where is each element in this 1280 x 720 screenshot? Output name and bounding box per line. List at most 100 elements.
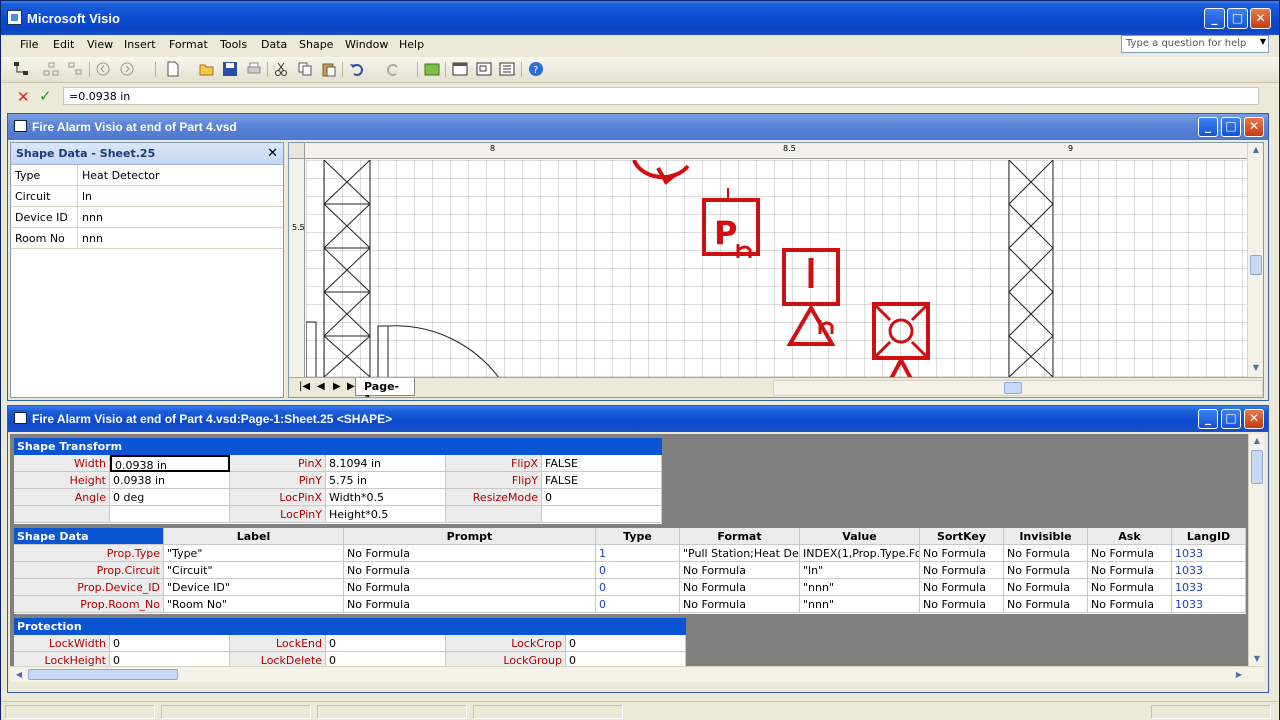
drawing-maximize-button[interactable]: □ (1221, 117, 1241, 137)
open-button[interactable] (199, 61, 217, 78)
scroll-up-icon[interactable]: ▲ (1249, 143, 1263, 157)
section-header[interactable]: Shape Transform (14, 438, 662, 455)
transform-cell-value[interactable]: 0.0938 in (110, 455, 230, 472)
pan-zoom-button[interactable] (476, 61, 494, 78)
layout-tool-2-button[interactable] (67, 61, 85, 78)
check-icon[interactable]: ✓ (39, 87, 52, 105)
horizontal-scroll-thumb[interactable] (28, 669, 178, 680)
page-tab[interactable]: Page-1 (355, 378, 415, 397)
shape-data-cell[interactable]: No Formula (920, 562, 1004, 579)
shape-data-cell[interactable]: No Formula (1004, 596, 1088, 613)
paste-button[interactable] (321, 61, 339, 78)
transform-cell-value[interactable]: FALSE (542, 455, 662, 472)
column-header[interactable]: SortKey (920, 528, 1004, 545)
transform-cell-value[interactable]: 0.0938 in (110, 472, 230, 489)
shape-data-cell[interactable]: No Formula (344, 562, 596, 579)
shape-data-row[interactable]: Type Heat Detector (11, 165, 283, 186)
ruler-corner[interactable] (289, 143, 305, 159)
vertical-ruler[interactable]: 5.5 (289, 159, 305, 377)
floor-plan-drawing[interactable]: P (306, 160, 1248, 377)
column-header[interactable]: Ask (1088, 528, 1172, 545)
shape-data-row[interactable]: Device ID nnn (11, 207, 283, 228)
transform-cell-value[interactable] (542, 506, 662, 523)
size-position-button[interactable] (499, 61, 517, 78)
menu-edit[interactable]: Edit (53, 38, 74, 51)
shape-data-cell[interactable]: 0 (596, 562, 680, 579)
save-button[interactable] (222, 61, 240, 78)
transform-cell-value[interactable]: 8.1094 in (326, 455, 446, 472)
transform-cell-value[interactable]: 0 deg (110, 489, 230, 506)
shape-data-value[interactable]: nnn (77, 207, 284, 227)
protection-cell-value[interactable]: 0 (110, 635, 230, 652)
copy-button[interactable] (297, 61, 315, 78)
section-header[interactable]: Shape Data (14, 528, 164, 545)
shape-data-cell[interactable]: No Formula (1088, 579, 1172, 596)
shape-data-cell[interactable]: No Formula (1004, 545, 1088, 562)
column-header[interactable]: Value (800, 528, 920, 545)
forward-button[interactable] (119, 61, 137, 78)
menu-format[interactable]: Format (169, 38, 208, 51)
horizontal-scroll-thumb[interactable] (1004, 382, 1022, 394)
menu-tools[interactable]: Tools (220, 38, 247, 51)
shape-data-cell[interactable]: 1033 (1172, 579, 1246, 596)
section-header[interactable]: Protection (14, 618, 686, 635)
scroll-up-icon[interactable]: ▲ (1250, 434, 1264, 448)
shapesheet-vertical-scrollbar[interactable]: ▲ ▼ (1248, 434, 1264, 666)
shapesheet-maximize-button[interactable]: □ (1221, 409, 1241, 429)
menu-window[interactable]: Window (345, 38, 388, 51)
vertical-scroll-thumb[interactable] (1250, 255, 1262, 275)
drawing-horizontal-scrollbar[interactable] (773, 380, 1263, 396)
shape-data-cell[interactable]: "Device ID" (164, 579, 344, 596)
shape-data-cell[interactable]: No Formula (680, 579, 800, 596)
menu-data[interactable]: Data (261, 38, 287, 51)
transform-cell-value[interactable] (110, 506, 230, 523)
undo-button[interactable] (349, 61, 367, 78)
column-header[interactable]: Type (596, 528, 680, 545)
shape-data-cell[interactable]: 1 (596, 545, 680, 562)
shape-data-cell[interactable]: 1033 (1172, 596, 1246, 613)
shape-data-cell[interactable]: "Circuit" (164, 562, 344, 579)
scroll-right-icon[interactable]: ▶ (1232, 668, 1246, 682)
shape-data-cell[interactable]: 0 (596, 579, 680, 596)
help-button[interactable]: ? (528, 61, 546, 78)
shape-data-cell[interactable]: No Formula (344, 579, 596, 596)
shape-data-cell[interactable]: "Type" (164, 545, 344, 562)
print-button[interactable] (246, 61, 264, 78)
transform-cell-value[interactable]: Height*0.5 (326, 506, 446, 523)
drawing-canvas[interactable]: P (306, 160, 1248, 377)
shape-data-cell[interactable]: No Formula (680, 562, 800, 579)
menu-help[interactable]: Help (399, 38, 424, 51)
shapesheet-horizontal-scrollbar[interactable]: ◀ ▶ (10, 666, 1264, 682)
minimize-button[interactable]: _ (1204, 8, 1225, 29)
column-header[interactable]: Label (164, 528, 344, 545)
redo-button[interactable] (385, 61, 403, 78)
maximize-button[interactable]: □ (1227, 8, 1248, 29)
back-button[interactable] (95, 61, 113, 78)
connector-tool-button[interactable] (13, 61, 31, 78)
transform-cell-value[interactable]: FALSE (542, 472, 662, 489)
vertical-scroll-thumb[interactable] (1251, 450, 1263, 484)
cut-button[interactable] (273, 61, 291, 78)
shapesheet-close-button[interactable]: ✕ (1244, 409, 1264, 429)
protection-cell-value[interactable]: 0 (566, 635, 686, 652)
new-button[interactable] (165, 61, 183, 78)
scroll-left-icon[interactable]: ◀ (12, 668, 26, 682)
column-header[interactable]: Invisible (1004, 528, 1088, 545)
shape-data-cell[interactable]: 1033 (1172, 562, 1246, 579)
horizontal-ruler[interactable]: 8 8.5 9 (305, 143, 1249, 159)
shape-data-cell[interactable]: 0 (596, 596, 680, 613)
chevron-down-icon[interactable]: ▼ (1260, 37, 1266, 46)
shape-data-cell[interactable]: "Room No" (164, 596, 344, 613)
shape-data-cell[interactable]: No Formula (1004, 579, 1088, 596)
stencil-button[interactable] (424, 61, 442, 78)
shape-data-cell[interactable]: "nnn" (800, 579, 920, 596)
shape-data-cell[interactable]: No Formula (1088, 545, 1172, 562)
drawing-vertical-scrollbar[interactable]: ▲ ▼ (1247, 143, 1263, 377)
menu-shape[interactable]: Shape (299, 38, 333, 51)
shape-data-cell[interactable]: No Formula (344, 545, 596, 562)
shape-data-cell[interactable]: No Formula (680, 596, 800, 613)
shape-data-cell[interactable]: No Formula (1088, 562, 1172, 579)
close-button[interactable]: ✕ (1250, 8, 1271, 29)
shape-data-cell[interactable]: "ln" (800, 562, 920, 579)
formula-input[interactable]: =0.0938 in (63, 87, 1259, 105)
